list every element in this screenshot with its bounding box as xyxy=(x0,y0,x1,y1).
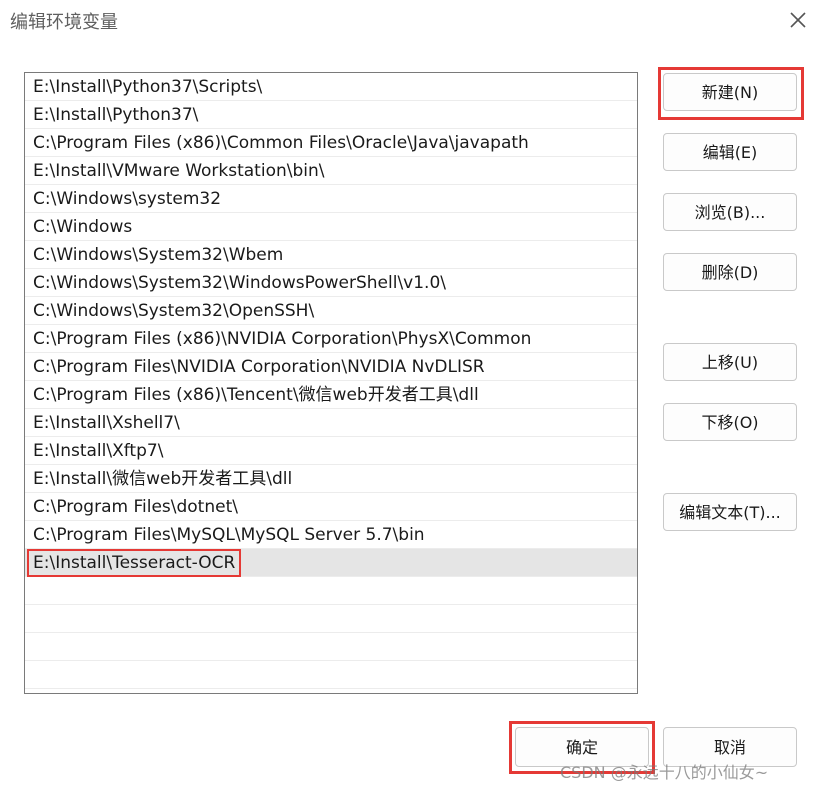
list-item[interactable]: E:\Install\VMware Workstation\bin\ xyxy=(25,157,637,185)
path-text: C:\Program Files\MySQL\MySQL Server 5.7\… xyxy=(33,525,425,545)
delete-button[interactable]: 删除(D) xyxy=(663,253,797,291)
list-item[interactable]: E:\Install\Python37\ xyxy=(25,101,637,129)
path-text: C:\Windows xyxy=(33,217,133,237)
path-text: E:\Install\Python37\Scripts\ xyxy=(33,77,263,97)
path-text: E:\Install\VMware Workstation\bin\ xyxy=(33,161,325,181)
path-text: C:\Windows\System32\Wbem xyxy=(33,245,284,265)
path-text: C:\Program Files\NVIDIA Corporation\NVID… xyxy=(33,357,485,377)
empty-row xyxy=(25,661,637,689)
path-text: C:\Program Files (x86)\Tencent\微信web开发者工… xyxy=(33,385,479,405)
watermark: CSDN @永远十八的小仙女~ xyxy=(560,763,769,782)
list-item[interactable]: E:\Install\Xshell7\ xyxy=(25,409,637,437)
close-icon xyxy=(790,12,806,28)
path-text: E:\Install\Tesseract-OCR xyxy=(26,549,242,577)
list-item[interactable]: E:\Install\Xftp7\ xyxy=(25,437,637,465)
path-text: E:\Install\Python37\ xyxy=(33,105,199,125)
list-item[interactable]: E:\Install\微信web开发者工具\dll xyxy=(25,465,637,493)
browse-button[interactable]: 浏览(B)... xyxy=(663,193,797,231)
empty-row xyxy=(25,633,637,661)
path-text: C:\Windows\System32\OpenSSH\ xyxy=(33,301,315,321)
close-button[interactable] xyxy=(786,8,810,32)
dialog-title: 编辑环境变量 xyxy=(10,12,118,33)
list-item[interactable]: E:\Install\Python37\Scripts\ xyxy=(25,73,637,101)
list-item[interactable]: C:\Program Files\NVIDIA Corporation\NVID… xyxy=(25,353,637,381)
empty-row xyxy=(25,577,637,605)
list-item[interactable]: C:\Windows\System32\Wbem xyxy=(25,241,637,269)
path-text: C:\Program Files (x86)\NVIDIA Corporatio… xyxy=(33,329,532,349)
list-item[interactable]: C:\Windows\System32\OpenSSH\ xyxy=(25,297,637,325)
path-text: C:\Windows\System32\WindowsPowerShell\v1… xyxy=(33,273,446,293)
list-item[interactable]: C:\Program Files (x86)\NVIDIA Corporatio… xyxy=(25,325,637,353)
path-text: E:\Install\Xftp7\ xyxy=(33,441,164,461)
new-button[interactable]: 新建(N) xyxy=(663,73,797,111)
move-up-button[interactable]: 上移(U) xyxy=(663,343,797,381)
list-item[interactable]: C:\Program Files\dotnet\ xyxy=(25,493,637,521)
path-text: C:\Windows\system32 xyxy=(33,189,222,209)
empty-row xyxy=(25,605,637,633)
path-list[interactable]: E:\Install\Python37\Scripts\ E:\Install\P… xyxy=(24,72,638,694)
list-item[interactable]: C:\Windows xyxy=(25,213,637,241)
path-text: C:\Program Files (x86)\Common Files\Orac… xyxy=(33,133,529,153)
list-item[interactable]: C:\Windows\System32\WindowsPowerShell\v1… xyxy=(25,269,637,297)
list-item[interactable]: E:\Install\Tesseract-OCR xyxy=(25,549,637,577)
move-down-button[interactable]: 下移(O) xyxy=(663,403,797,441)
list-item[interactable]: C:\Program Files (x86)\Tencent\微信web开发者工… xyxy=(25,381,637,409)
list-item[interactable]: C:\Windows\system32 xyxy=(25,185,637,213)
list-item[interactable]: C:\Program Files\MySQL\MySQL Server 5.7\… xyxy=(25,521,637,549)
edit-text-button[interactable]: 编辑文本(T)... xyxy=(663,493,797,531)
path-text: E:\Install\微信web开发者工具\dll xyxy=(33,469,293,489)
edit-button[interactable]: 编辑(E) xyxy=(663,133,797,171)
list-item[interactable]: C:\Program Files (x86)\Common Files\Orac… xyxy=(25,129,637,157)
path-text: C:\Program Files\dotnet\ xyxy=(33,497,238,517)
path-text: E:\Install\Xshell7\ xyxy=(33,413,180,433)
